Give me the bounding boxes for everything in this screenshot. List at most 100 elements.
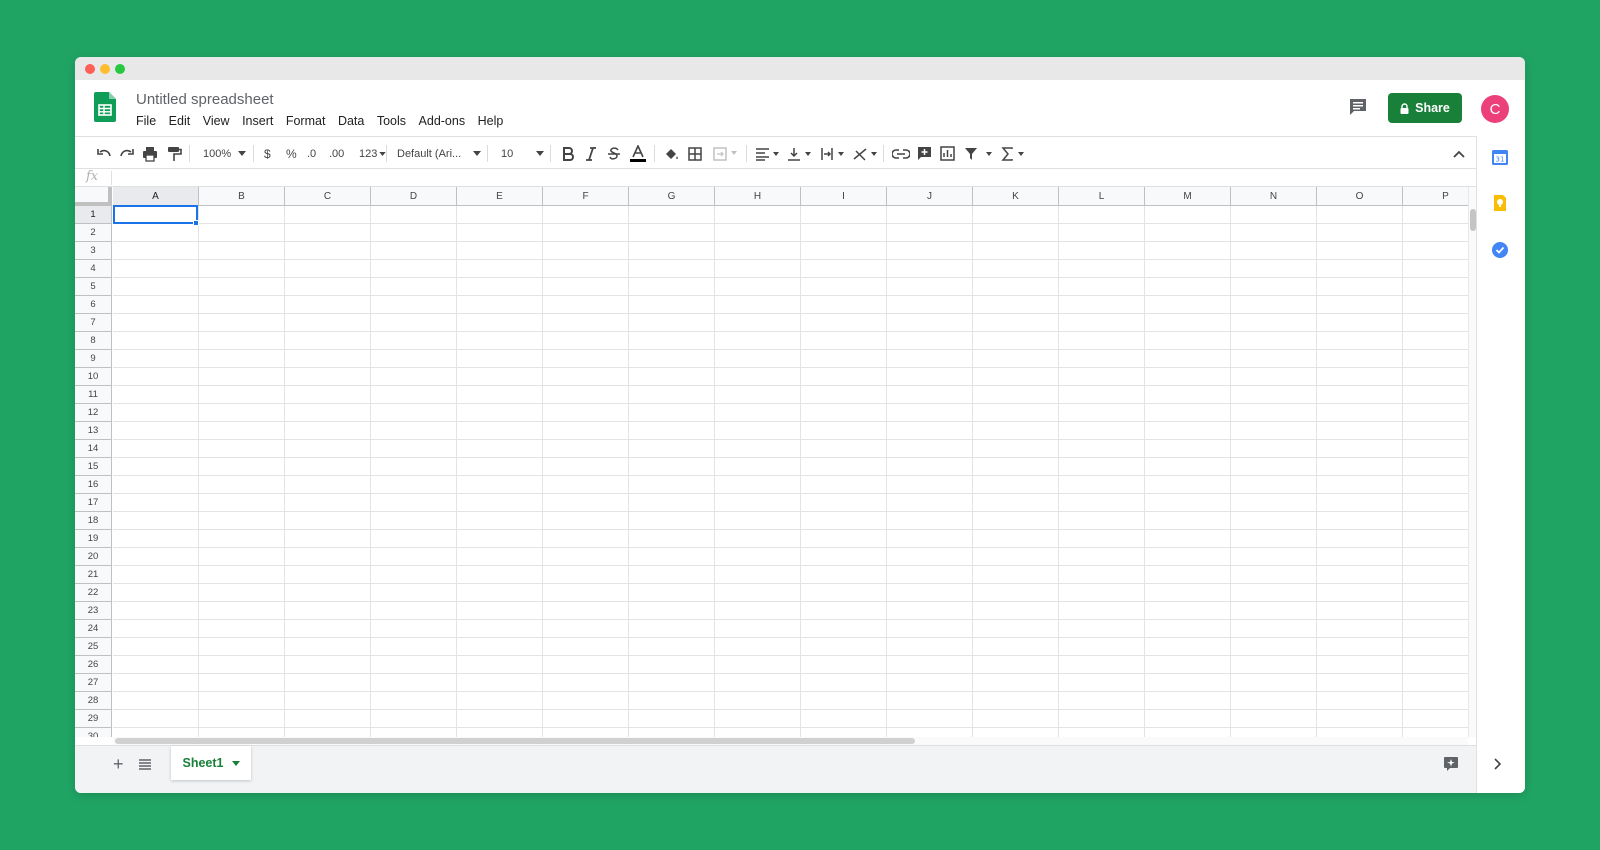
percent-format-button[interactable]: % (286, 137, 297, 170)
column-header[interactable]: D (371, 187, 457, 206)
close-window-button[interactable] (85, 64, 95, 74)
increase-decimal-button[interactable]: .00 (329, 137, 344, 170)
column-header[interactable]: L (1059, 187, 1145, 206)
font-family-select[interactable]: Default (Ari... (397, 137, 461, 170)
chevron-down-icon[interactable] (536, 137, 544, 170)
merge-cells-icon[interactable] (713, 137, 739, 170)
menu-data[interactable]: Data (338, 114, 364, 128)
text-wrapping-icon[interactable] (820, 137, 846, 170)
row-header[interactable]: 6 (75, 296, 112, 314)
functions-icon[interactable] (1001, 137, 1027, 170)
column-header[interactable]: M (1145, 187, 1231, 206)
column-header[interactable]: H (715, 187, 801, 206)
borders-icon[interactable] (688, 137, 702, 170)
fill-color-icon[interactable] (663, 137, 679, 170)
add-sheet-icon[interactable]: + (113, 754, 124, 775)
decrease-decimal-button[interactable]: .0 (307, 137, 316, 170)
column-header[interactable]: N (1231, 187, 1317, 206)
row-header[interactable]: 11 (75, 386, 112, 404)
menu-insert[interactable]: Insert (242, 114, 273, 128)
row-header[interactable]: 21 (75, 566, 112, 584)
column-header[interactable]: C (285, 187, 371, 206)
vertical-align-icon[interactable] (787, 137, 813, 170)
cell-area[interactable] (113, 206, 1476, 737)
menu-edit[interactable]: Edit (169, 114, 191, 128)
sheet-tab-sheet1[interactable]: Sheet1 (171, 746, 251, 780)
row-header[interactable]: 1 (75, 206, 112, 224)
column-header[interactable]: J (887, 187, 973, 206)
active-cell[interactable] (113, 205, 198, 224)
vertical-scrollbar[interactable] (1468, 187, 1476, 737)
row-header[interactable]: 14 (75, 440, 112, 458)
menu-view[interactable]: View (203, 114, 230, 128)
row-header[interactable]: 29 (75, 710, 112, 728)
menu-format[interactable]: Format (286, 114, 326, 128)
row-header[interactable]: 28 (75, 692, 112, 710)
row-header[interactable]: 19 (75, 530, 112, 548)
column-header[interactable]: E (457, 187, 543, 206)
menu-tools[interactable]: Tools (377, 114, 406, 128)
currency-format-button[interactable]: $ (264, 137, 271, 170)
calendar-icon[interactable]: 31 (1492, 149, 1508, 170)
column-header[interactable]: G (629, 187, 715, 206)
expand-side-panel-icon[interactable] (1494, 757, 1502, 775)
spreadsheet-grid[interactable]: ABCDEFGHIJKLMNOP 1 2 3 4 5 6 7 8 9 10 11 12 13 14 15 16… (75, 187, 1476, 737)
bold-icon[interactable] (561, 137, 575, 170)
row-header[interactable]: 3 (75, 242, 112, 260)
text-rotation-icon[interactable] (853, 137, 879, 170)
insert-comment-icon[interactable] (917, 137, 932, 170)
strikethrough-icon[interactable] (607, 137, 621, 170)
menu-file[interactable]: File (136, 114, 156, 128)
comment-history-icon[interactable] (1348, 97, 1368, 117)
menu-addons[interactable]: Add-ons (419, 114, 466, 128)
menu-help[interactable]: Help (478, 114, 504, 128)
row-header[interactable]: 20 (75, 548, 112, 566)
avatar[interactable]: C (1481, 95, 1509, 123)
row-header[interactable]: 9 (75, 350, 112, 368)
font-size-select[interactable]: 10 (501, 137, 513, 170)
row-header[interactable]: 18 (75, 512, 112, 530)
horizontal-align-icon[interactable] (755, 137, 781, 170)
text-color-icon[interactable] (630, 137, 646, 170)
column-header[interactable]: P (1403, 187, 1476, 206)
row-header[interactable]: 25 (75, 638, 112, 656)
row-header[interactable]: 26 (75, 656, 112, 674)
paint-format-icon[interactable] (166, 137, 182, 170)
select-all-corner[interactable] (75, 187, 112, 206)
row-header[interactable]: 4 (75, 260, 112, 278)
row-header[interactable]: 24 (75, 620, 112, 638)
formula-bar[interactable]: fx (75, 169, 1476, 187)
row-header[interactable]: 23 (75, 602, 112, 620)
tasks-icon[interactable] (1492, 242, 1508, 263)
row-header[interactable]: 16 (75, 476, 112, 494)
all-sheets-icon[interactable] (139, 757, 151, 775)
row-header[interactable]: 10 (75, 368, 112, 386)
more-formats-button[interactable]: 123 (359, 137, 387, 170)
share-button[interactable]: Share (1388, 93, 1462, 123)
insert-chart-icon[interactable] (940, 137, 955, 170)
sheets-logo-icon[interactable] (94, 92, 116, 122)
print-icon[interactable] (142, 137, 158, 170)
column-header[interactable]: A (113, 187, 199, 206)
row-header[interactable]: 5 (75, 278, 112, 296)
minimize-window-button[interactable] (100, 64, 110, 74)
fill-handle[interactable] (193, 220, 199, 226)
undo-icon[interactable] (96, 137, 112, 170)
horizontal-scrollbar[interactable] (113, 737, 1468, 745)
column-header[interactable]: K (973, 187, 1059, 206)
row-header[interactable]: 15 (75, 458, 112, 476)
column-header[interactable]: O (1317, 187, 1403, 206)
row-header[interactable]: 27 (75, 674, 112, 692)
column-header[interactable]: F (543, 187, 629, 206)
column-header[interactable]: B (199, 187, 285, 206)
redo-icon[interactable] (119, 137, 135, 170)
row-header[interactable]: 2 (75, 224, 112, 242)
row-header[interactable]: 17 (75, 494, 112, 512)
collapse-menus-icon[interactable] (1453, 137, 1465, 170)
keep-icon[interactable] (1492, 195, 1508, 216)
filter-icon[interactable] (964, 137, 994, 170)
row-header[interactable]: 30 (75, 728, 112, 737)
maximize-window-button[interactable] (115, 64, 125, 74)
zoom-select[interactable]: 100% (203, 137, 231, 170)
row-header[interactable]: 13 (75, 422, 112, 440)
